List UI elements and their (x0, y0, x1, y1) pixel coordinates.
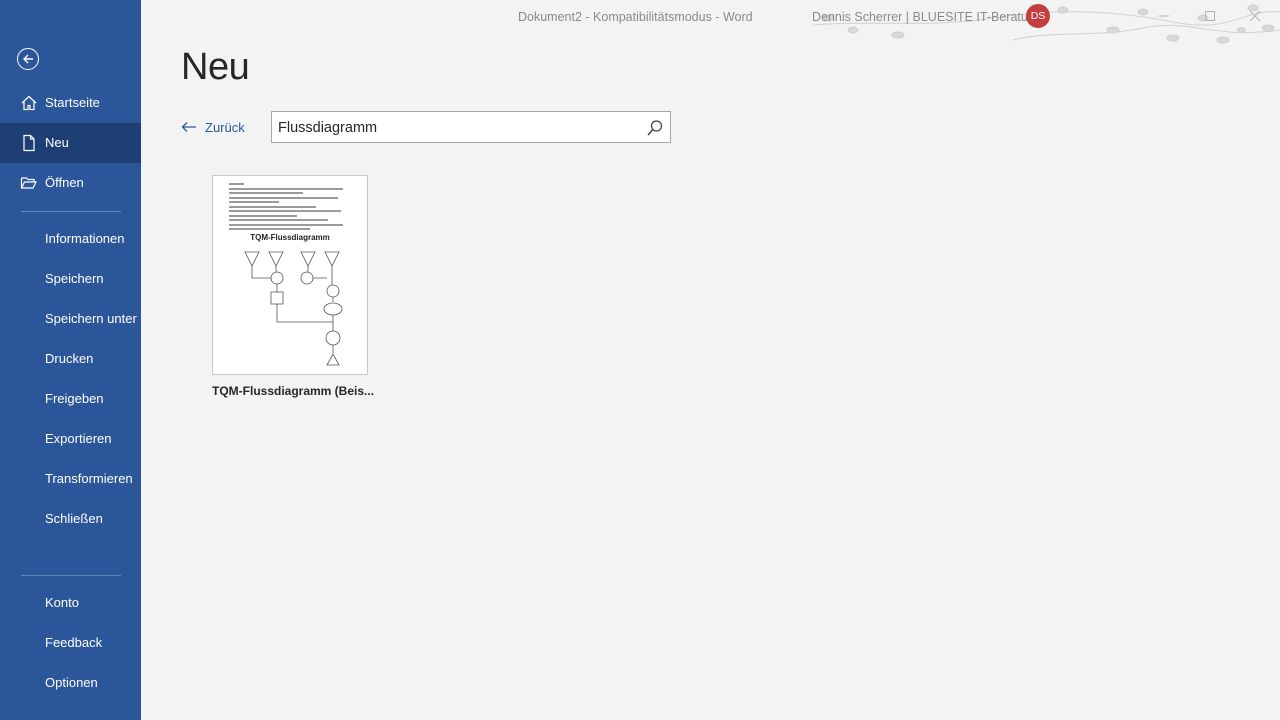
sidebar-item-transformieren[interactable]: Transformieren (0, 459, 141, 499)
template-search-box (271, 111, 671, 143)
arrow-left-icon (23, 54, 33, 64)
sidebar-item-label: Feedback (45, 635, 103, 650)
sidebar-item-label: Exportieren (45, 431, 112, 446)
account-name[interactable]: Dennis Scherrer | BLUESITE IT-Beratung (812, 10, 1042, 24)
folder-open-icon (20, 177, 37, 189)
sidebar-item-label: Speichern unter (45, 311, 137, 326)
sidebar-divider (21, 211, 121, 212)
template-card[interactable]: TQM-Flussdiagramm TQM-Flussdiagramm (Bei… (212, 175, 374, 405)
sidebar-item-feedback[interactable]: Feedback (0, 623, 141, 663)
sidebar-item-label: Öffnen (45, 175, 84, 190)
sidebar-item-optionen[interactable]: Optionen (0, 663, 141, 703)
avatar[interactable]: DS (1026, 4, 1050, 28)
close-icon (1249, 10, 1261, 22)
sidebar-item-label: Drucken (45, 351, 94, 366)
sidebar-item-label: Freigeben (45, 391, 104, 406)
sidebar-item-speichern-unter[interactable]: Speichern unter (0, 299, 141, 339)
sidebar-item-label: Schließen (45, 511, 103, 526)
minimize-button[interactable] (1149, 5, 1179, 27)
arrow-left-icon (181, 122, 196, 132)
sidebar-item-label: Speichern (45, 271, 104, 286)
sidebar-item-label: Neu (45, 135, 69, 150)
sidebar-item-startseite[interactable]: Startseite (0, 83, 141, 123)
sidebar-item-label: Startseite (45, 95, 100, 110)
new-document-icon (23, 134, 35, 152)
sidebar-item-label: Transformieren (45, 471, 133, 486)
sidebar-item-label: Informationen (45, 231, 125, 246)
back-button[interactable] (17, 48, 39, 70)
template-caption: TQM-Flussdiagramm (Beis... (212, 384, 375, 398)
sidebar-item-drucken[interactable]: Drucken (0, 339, 141, 379)
sidebar-item-label: Konto (45, 595, 79, 610)
back-link[interactable]: Zurück (181, 117, 245, 137)
search-icon (647, 120, 663, 136)
sidebar-item-freigeben[interactable]: Freigeben (0, 379, 141, 419)
home-icon (21, 95, 37, 111)
close-button[interactable] (1240, 5, 1270, 27)
sidebar-item-konto[interactable]: Konto (0, 583, 141, 623)
search-button[interactable] (646, 119, 664, 137)
minimize-icon (1159, 15, 1169, 17)
sidebar-item-oeffnen[interactable]: Öffnen (0, 163, 141, 203)
document-title: Dokument2 - Kompatibilitätsmodus - Word (518, 10, 753, 24)
flowchart-thumbnail-icon (244, 251, 343, 366)
backstage-sidebar: Startseite Neu Öffnen Informationen Spei… (0, 0, 141, 720)
sidebar-item-schliessen[interactable]: Schließen (0, 499, 141, 539)
template-search-input[interactable] (278, 118, 638, 138)
sidebar-item-informationen[interactable]: Informationen (0, 219, 141, 259)
maximize-icon (1205, 11, 1215, 21)
sidebar-divider (21, 575, 121, 576)
back-link-label: Zurück (205, 119, 245, 135)
sidebar-item-speichern[interactable]: Speichern (0, 259, 141, 299)
title-bar: Dokument2 - Kompatibilitätsmodus - Word … (141, 0, 1280, 44)
template-thumbnail: TQM-Flussdiagramm (212, 175, 368, 375)
sidebar-item-label: Optionen (45, 675, 98, 690)
sidebar-item-exportieren[interactable]: Exportieren (0, 419, 141, 459)
sidebar-item-neu[interactable]: Neu (0, 123, 141, 163)
page-title: Neu (181, 46, 250, 88)
maximize-button[interactable] (1195, 5, 1225, 27)
